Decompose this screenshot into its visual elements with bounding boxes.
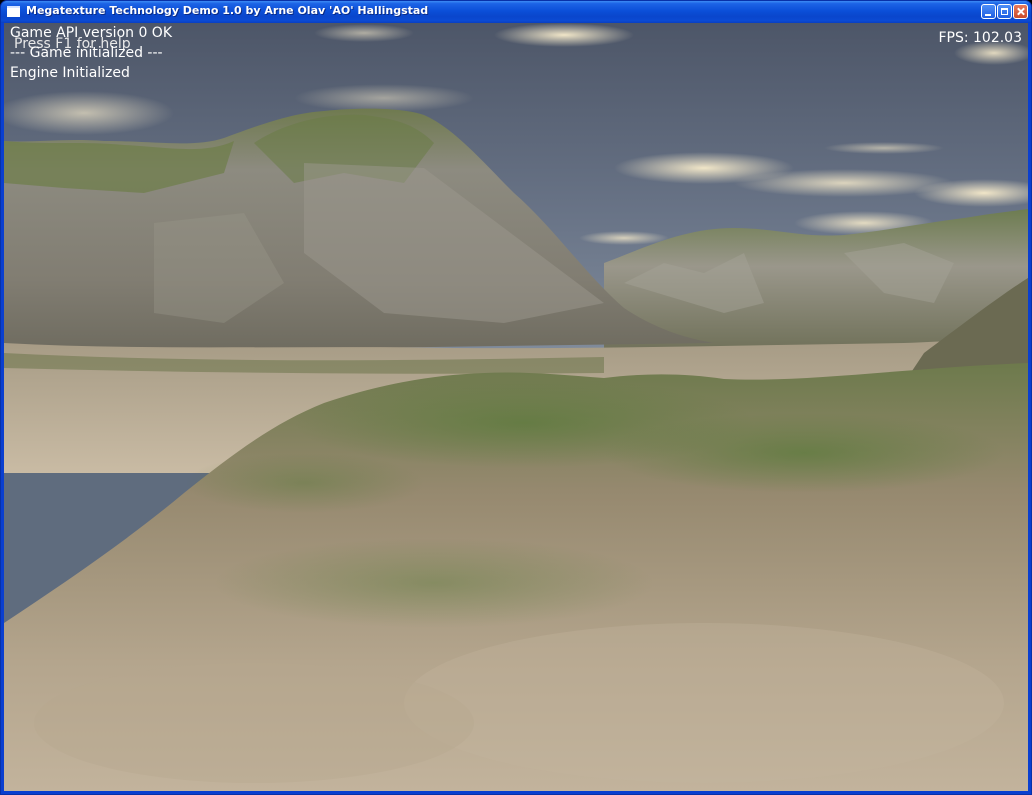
console-line-engine-init: Engine Initialized (10, 65, 130, 81)
close-icon[interactable] (1013, 4, 1028, 19)
app-window-icon[interactable] (7, 6, 20, 17)
minimize-icon[interactable] (981, 4, 996, 19)
fps-counter: FPS: 102.03 (938, 30, 1022, 46)
app-window: Megatexture Technology Demo 1.0 by Arne … (0, 0, 1032, 795)
console-line-game-init: --- Game initialized --- (10, 45, 163, 61)
maximize-icon[interactable] (997, 4, 1012, 19)
terrain-scene (4, 23, 1028, 791)
title-bar[interactable]: Megatexture Technology Demo 1.0 by Arne … (1, 1, 1031, 23)
render-viewport[interactable]: Game API version 0 OK Press F1 for help … (4, 23, 1028, 791)
window-title: Megatexture Technology Demo 1.0 by Arne … (26, 4, 429, 17)
